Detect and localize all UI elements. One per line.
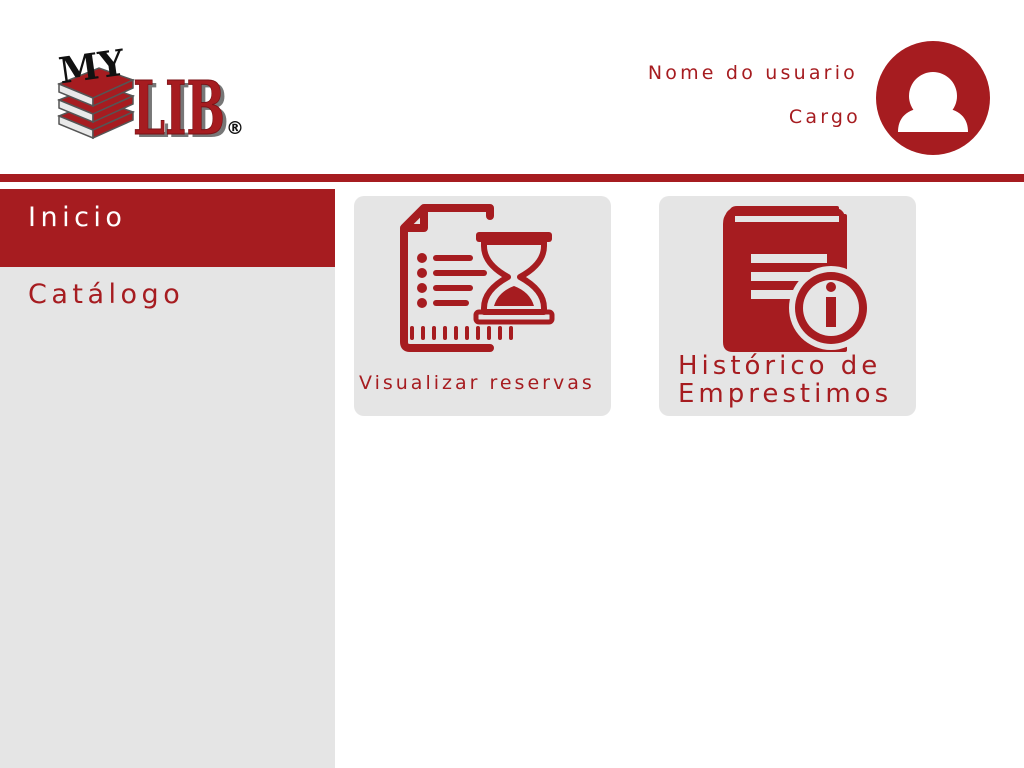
loan-history-label: Histórico de Emprestimos	[678, 351, 893, 409]
document-hourglass-icon	[400, 204, 555, 352]
user-role: Cargo	[788, 106, 861, 128]
sidebar: Inicio Catálogo	[0, 189, 335, 768]
user-avatar[interactable]	[876, 41, 990, 155]
app-header: MY LIB LIB ® Nome do usuario Cargo	[0, 0, 1024, 174]
sidebar-item-catalogo[interactable]: Catálogo	[0, 267, 335, 345]
header-divider	[0, 174, 1024, 182]
view-reservations-card[interactable]: Visualizar reservas	[354, 196, 611, 416]
sidebar-item-inicio[interactable]: Inicio	[0, 189, 335, 267]
sidebar-item-label: Catálogo	[28, 279, 185, 310]
sidebar-item-label: Inicio	[28, 202, 127, 233]
user-name: Nome do usuario	[647, 62, 858, 84]
logo-lib-text: LIB	[133, 66, 225, 143]
mylib-logo: MY LIB LIB ®	[56, 42, 244, 143]
view-reservations-label: Visualizar reservas	[359, 372, 595, 394]
user-avatar-icon	[898, 72, 968, 132]
book-info-icon	[723, 206, 873, 352]
logo-registered-mark: ®	[226, 118, 244, 139]
loan-history-card[interactable]: Histórico de Emprestimos	[659, 196, 916, 416]
